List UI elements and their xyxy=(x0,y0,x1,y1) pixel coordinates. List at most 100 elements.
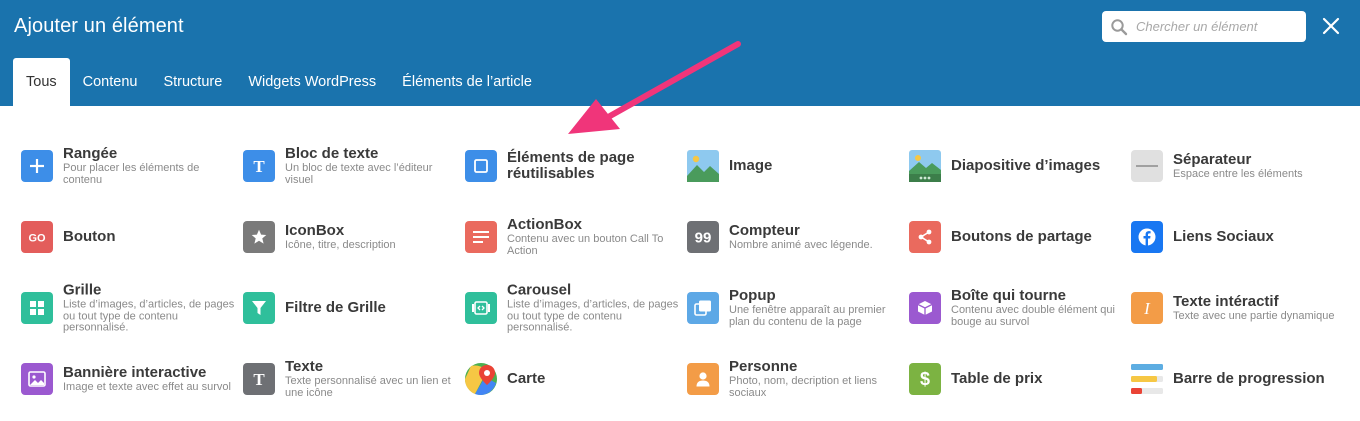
element-item[interactable]: Grille Liste d’images, d’articles, de pag… xyxy=(21,278,243,338)
element-description: Texte personnalisé avec un lien et une i… xyxy=(285,375,451,399)
element-item[interactable]: $ Table de prix xyxy=(909,349,1131,409)
element-item[interactable]: GO Bouton xyxy=(21,207,243,267)
modal-title: Ajouter un élément xyxy=(14,15,184,37)
element-name: Table de prix xyxy=(951,370,1043,387)
modal-header: Ajouter un élément Tous Contenu Structur… xyxy=(0,0,1360,106)
element-name: Séparateur xyxy=(1173,150,1252,168)
filter-icon xyxy=(243,292,275,324)
element-item[interactable]: Popup Une fenêtre apparaît au premier pla… xyxy=(687,278,909,338)
element-text: Compteur Nombre animé avec légende. xyxy=(729,221,907,252)
image-icon xyxy=(687,150,719,182)
element-item[interactable]: Carousel Liste d’images, d’articles, de p… xyxy=(465,278,687,338)
element-item[interactable]: Séparateur Espace entre les éléments xyxy=(1131,136,1353,196)
element-item[interactable]: Rangée Pour placer les éléments de conten… xyxy=(21,136,243,196)
popup-icon xyxy=(687,292,719,324)
element-text: Boîte qui tourne Contenu avec double élém… xyxy=(951,288,1129,328)
element-description: Liste d’images, d’articles, de pages ou … xyxy=(507,298,679,334)
element-item[interactable]: IconBox Icône, titre, description xyxy=(243,207,465,267)
element-text: Carousel Liste d’images, d’articles, de p… xyxy=(507,282,685,334)
element-text: Texte intéractif Texte avec une partie dy… xyxy=(1173,292,1351,323)
carousel-icon xyxy=(465,292,497,324)
tab-widgets-wordpress[interactable]: Widgets WordPress xyxy=(235,58,389,106)
element-item[interactable]: Boutons de partage xyxy=(909,207,1131,267)
separator-icon xyxy=(1131,150,1163,182)
element-name: Boutons de partage xyxy=(951,228,1092,245)
element-item[interactable]: Éléments de page réutilisables xyxy=(465,136,687,196)
element-item[interactable]: Bannière interactive Image et texte avec … xyxy=(21,349,243,409)
element-name: Bouton xyxy=(63,228,116,245)
element-description: Image et texte avec effet au survol xyxy=(63,380,231,393)
element-description: Photo, nom, decription et liens sociaux xyxy=(729,375,877,399)
element-text: ActionBox Contenu avec un bouton Call To … xyxy=(507,217,685,257)
element-description: Contenu avec double élément qui bouge au… xyxy=(951,304,1115,328)
element-item[interactable]: T Bloc de texte Un bloc de texte avec l’éd… xyxy=(243,136,465,196)
text-t-icon: T xyxy=(243,363,275,395)
element-text: Carte xyxy=(507,371,685,387)
element-name: Éléments de page réutilisables xyxy=(507,149,635,182)
element-item[interactable]: T Texte Texte personnalisé avec un lien et… xyxy=(243,349,465,409)
element-item[interactable]: ActionBox Contenu avec un bouton Call To … xyxy=(465,207,687,267)
element-text: Grille Liste d’images, d’articles, de pag… xyxy=(63,282,241,334)
element-item[interactable]: Filtre de Grille xyxy=(243,278,465,338)
tab-elements-article[interactable]: Éléments de l’article xyxy=(389,58,545,106)
element-name: Texte xyxy=(285,358,324,375)
element-description: Icône, titre, description xyxy=(285,238,396,251)
element-item[interactable]: Personne Photo, nom, decription et liens … xyxy=(687,349,909,409)
search-input[interactable] xyxy=(1136,19,1296,34)
close-icon[interactable] xyxy=(1320,15,1342,37)
element-item[interactable]: I Texte intéractif Texte avec une partie d… xyxy=(1131,278,1353,338)
element-text: IconBox Icône, titre, description xyxy=(285,222,463,252)
flipbox-icon xyxy=(909,292,941,324)
element-description: Une fenêtre apparaît au premier plan du … xyxy=(729,304,886,328)
element-text: Boutons de partage xyxy=(951,229,1129,245)
square-icon xyxy=(465,150,497,182)
button-go-icon: GO xyxy=(21,221,53,253)
element-text: Diapositive d’images xyxy=(951,158,1129,174)
person-icon xyxy=(687,363,719,395)
map-icon xyxy=(465,363,497,395)
element-name: Texte intéractif xyxy=(1173,292,1279,310)
element-text: Éléments de page réutilisables xyxy=(507,150,685,182)
element-item[interactable]: Diapositive d’images xyxy=(909,136,1131,196)
element-name: Grille xyxy=(63,281,102,299)
tab-structure[interactable]: Structure xyxy=(150,58,235,106)
element-name: Compteur xyxy=(729,221,800,239)
element-name: Filtre de Grille xyxy=(285,299,386,316)
element-description: Contenu avec un bouton Call To Action xyxy=(507,233,664,257)
element-name: Personne xyxy=(729,358,798,375)
element-text: Popup Une fenêtre apparaît au premier pla… xyxy=(729,288,907,328)
element-text: Bloc de texte Un bloc de texte avec l’édi… xyxy=(285,146,463,186)
element-item[interactable]: Liens Sociaux xyxy=(1131,207,1353,267)
element-item[interactable]: Barre de progression xyxy=(1131,349,1353,409)
element-item[interactable]: Carte xyxy=(465,349,687,409)
search-box[interactable] xyxy=(1102,11,1306,42)
grid-icon xyxy=(21,292,53,324)
element-name: Boîte qui tourne xyxy=(951,287,1066,304)
tab-tous[interactable]: Tous xyxy=(13,58,70,106)
svg-text:$: $ xyxy=(920,369,930,389)
progress-bars-icon xyxy=(1131,363,1163,395)
element-description: Liste d’images, d’articles, de pages ou … xyxy=(63,298,235,334)
counter-99-icon: 99 xyxy=(687,221,719,253)
facebook-icon xyxy=(1131,221,1163,253)
element-grid: Rangée Pour placer les éléments de conten… xyxy=(0,106,1360,421)
svg-text:T: T xyxy=(253,370,265,388)
italic-i-icon: I xyxy=(1131,292,1163,324)
svg-text:I: I xyxy=(1143,299,1151,317)
element-item[interactable]: Boîte qui tourne Contenu avec double élém… xyxy=(909,278,1131,338)
tab-contenu[interactable]: Contenu xyxy=(70,58,151,106)
svg-text:99: 99 xyxy=(695,230,712,246)
plus-icon xyxy=(21,150,53,182)
element-text: Table de prix xyxy=(951,371,1129,387)
svg-text:GO: GO xyxy=(28,233,46,245)
element-description: Espace entre les éléments xyxy=(1173,167,1303,180)
element-text: Rangée Pour placer les éléments de conten… xyxy=(63,146,241,186)
element-item[interactable]: 99 Compteur Nombre animé avec légende. xyxy=(687,207,909,267)
element-text: Filtre de Grille xyxy=(285,300,463,316)
element-description: Pour placer les éléments de contenu xyxy=(63,162,200,186)
element-item[interactable]: Image xyxy=(687,136,909,196)
element-name: Carousel xyxy=(507,281,572,299)
slideshow-icon xyxy=(909,150,941,182)
category-tabs: Tous Contenu Structure Widgets WordPress… xyxy=(13,58,545,106)
element-name: Barre de progression xyxy=(1173,370,1325,387)
